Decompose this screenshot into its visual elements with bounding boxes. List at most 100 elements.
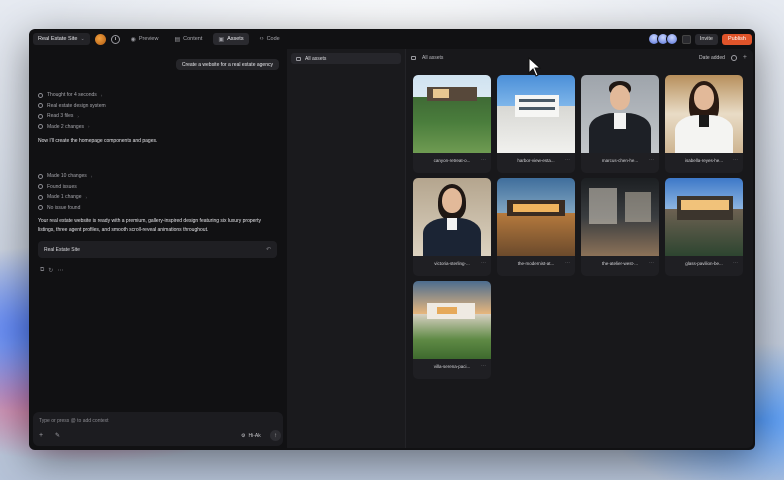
version-card-label: Real Estate Site — [44, 246, 80, 253]
asset-tile[interactable]: isabella-reyes-he... ⋯ — [665, 75, 743, 173]
more-icon[interactable]: ⋯ — [565, 260, 570, 266]
asset-tile[interactable]: villa-serena-paci... ⋯ — [413, 281, 491, 379]
image-icon — [411, 56, 416, 60]
plus-icon[interactable]: + — [39, 432, 43, 439]
step-label: Real estate design system — [47, 102, 106, 109]
agent-message: Now I'll create the homepage components … — [38, 138, 158, 144]
asset-thumbnail — [581, 178, 659, 256]
tab-preview[interactable]: ◉ Preview — [126, 33, 164, 45]
step-item[interactable]: Made 10 changes › — [38, 171, 92, 182]
settings-icon[interactable] — [730, 55, 737, 61]
assets-header-label: All assets — [422, 55, 444, 61]
chat-panel: Create a website for a real estate agenc… — [29, 49, 285, 450]
step-item[interactable]: Real estate design system — [38, 101, 106, 112]
tab-assets-label: Assets — [227, 36, 244, 42]
asset-name: canyon-retreat-o... — [433, 158, 471, 163]
step-item[interactable]: Made 2 changes › — [38, 122, 106, 133]
edit-icon — [38, 173, 43, 179]
folder-label: All assets — [305, 55, 327, 62]
undo-icon[interactable]: ↶ — [266, 246, 271, 253]
more-icon[interactable]: ⋯ — [565, 157, 570, 163]
step-label: Made 1 change — [47, 194, 82, 201]
asset-tile[interactable]: the-modernist-at... ⋯ — [497, 178, 575, 276]
assets-panel: All assets All assets Date added + canyo… — [287, 49, 753, 448]
asset-thumbnail — [413, 75, 491, 153]
image-icon: ▣ — [218, 36, 225, 43]
send-button[interactable]: ↑ — [270, 430, 281, 441]
publish-button[interactable]: Publish — [721, 33, 752, 45]
chat-input[interactable]: Type or press @ to add context + ✎ ⚙ Hi-… — [33, 412, 283, 446]
tab-preview-label: Preview — [138, 36, 159, 42]
chevron-right-icon: › — [77, 113, 79, 119]
assets-header: All assets — [411, 55, 443, 61]
share-icon[interactable] — [681, 34, 691, 44]
file-icon — [38, 113, 43, 119]
model-selector[interactable]: ⚙ Hi-Ak — [241, 433, 261, 439]
user-avatar[interactable] — [94, 33, 106, 45]
copy-icon[interactable]: ⧉ — [40, 267, 44, 274]
history-icon[interactable] — [110, 34, 120, 44]
asset-thumbnail — [581, 75, 659, 153]
asset-tile[interactable]: glass-pavilion-be... ⋯ — [665, 178, 743, 276]
asset-tile[interactable]: marcus-chen-he... ⋯ — [581, 75, 659, 173]
tab-code-label: Code — [266, 36, 280, 42]
chevron-right-icon: › — [90, 173, 93, 179]
asset-thumbnail — [413, 178, 491, 256]
more-icon[interactable]: ⋯ — [57, 267, 63, 274]
more-icon[interactable]: ⋯ — [649, 157, 654, 163]
asset-tile[interactable]: harbor-view-esta... ⋯ — [497, 75, 575, 173]
eye-icon: ◉ — [130, 36, 136, 43]
model-label: Hi-Ak — [248, 433, 261, 439]
top-right-controls: Invite Publish — [647, 33, 752, 45]
folders-sidebar: All assets — [287, 49, 406, 448]
step-item[interactable]: Read 3 files › — [38, 111, 106, 122]
user-message: Create a website for a real estate agenc… — [175, 59, 279, 70]
invite-button[interactable]: Invite — [694, 33, 718, 45]
asset-thumbnail — [665, 75, 743, 153]
chevron-right-icon: › — [87, 124, 90, 130]
site-selector[interactable]: Real Estate Site ⌄ — [33, 33, 90, 45]
folder-icon — [296, 56, 301, 61]
asset-name: glass-pavilion-be... — [685, 261, 723, 266]
app-window: Real Estate Site ⌄ ◉ Preview ▤ Content ▣… — [29, 29, 755, 450]
collaborator-avatars[interactable] — [647, 33, 678, 45]
asset-tile[interactable]: the-atelier-west-... ⋯ — [581, 178, 659, 276]
more-icon[interactable]: ⋯ — [481, 363, 486, 369]
more-icon[interactable]: ⋯ — [481, 157, 486, 163]
asset-tile[interactable]: victoria-sterling-... ⋯ — [413, 178, 491, 276]
chat-input-placeholder: Type or press @ to add context — [39, 418, 109, 424]
folder-all-assets[interactable]: All assets — [291, 53, 401, 64]
asset-name: marcus-chen-he... — [601, 158, 639, 163]
asset-name: harbor-view-esta... — [517, 158, 555, 163]
tab-code[interactable]: ‹› Code — [255, 33, 285, 45]
retry-icon[interactable]: ↻ — [48, 267, 53, 274]
more-icon[interactable]: ⋯ — [733, 157, 738, 163]
more-icon[interactable]: ⋯ — [481, 260, 486, 266]
site-name: Real Estate Site — [38, 36, 78, 42]
step-label: Read 3 files — [47, 113, 74, 120]
step-label: Found issues — [47, 183, 77, 190]
asset-name: isabella-reyes-he... — [684, 158, 724, 163]
mouse-cursor-icon — [528, 57, 542, 77]
more-icon[interactable]: ⋯ — [649, 260, 654, 266]
version-card[interactable]: Real Estate Site ↶ — [38, 241, 277, 258]
asset-tile[interactable]: canyon-retreat-o... ⋯ — [413, 75, 491, 173]
step-item[interactable]: Found issues — [38, 182, 92, 193]
chevron-right-icon: › — [100, 92, 103, 98]
pen-icon[interactable]: ✎ — [55, 432, 60, 439]
add-asset-icon[interactable]: + — [743, 54, 747, 61]
tab-content[interactable]: ▤ Content — [169, 33, 207, 45]
step-item[interactable]: Thought for 4 seconds › — [38, 90, 106, 101]
more-icon[interactable]: ⋯ — [733, 260, 738, 266]
tab-assets[interactable]: ▣ Assets — [213, 33, 249, 45]
step-item[interactable]: No issue found — [38, 203, 92, 214]
step-item[interactable]: Made 1 change › — [38, 192, 92, 203]
asset-name: the-atelier-west-... — [601, 261, 638, 266]
agent-steps-a: Thought for 4 seconds › Real estate desig… — [38, 90, 106, 132]
asset-name: the-modernist-at... — [517, 261, 555, 266]
step-label: No issue found — [47, 204, 81, 211]
step-label: Made 2 changes — [47, 123, 84, 130]
sort-dropdown[interactable]: Date added — [699, 55, 725, 61]
asset-thumbnail — [497, 75, 575, 153]
layers-icon: ▤ — [174, 36, 181, 43]
